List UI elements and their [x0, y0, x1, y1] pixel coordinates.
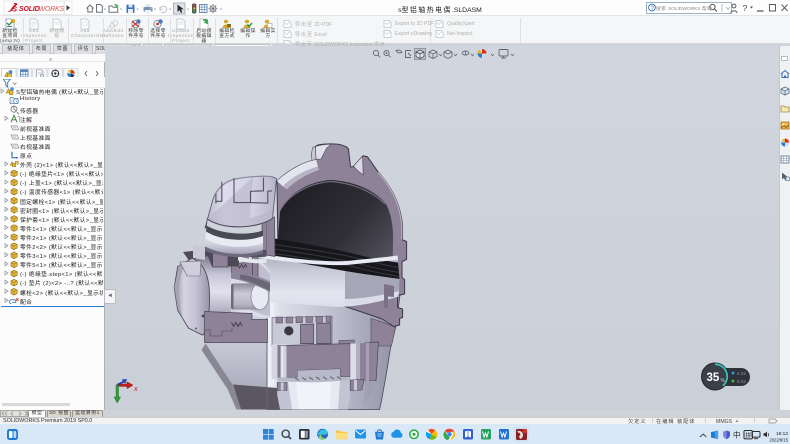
svg-text:6.02: 6.02 — [737, 379, 746, 384]
svg-text:?: ? — [743, 3, 748, 13]
svg-text:S: S — [12, 5, 17, 14]
svg-text:?: ? — [651, 6, 655, 12]
svg-text:SOLID: SOLID — [19, 6, 40, 13]
svg-text:x: x — [133, 386, 138, 393]
svg-text:%: % — [721, 378, 726, 384]
svg-text:2022/8/15: 2022/8/15 — [769, 437, 788, 442]
svg-text:16:12: 16:12 — [776, 431, 788, 437]
svg-text:拼: 拼 — [745, 431, 751, 439]
svg-text:6.02: 6.02 — [737, 371, 746, 376]
svg-text:中: 中 — [733, 429, 741, 439]
svg-text:35: 35 — [707, 372, 720, 384]
svg-text:WORKS: WORKS — [39, 6, 65, 13]
